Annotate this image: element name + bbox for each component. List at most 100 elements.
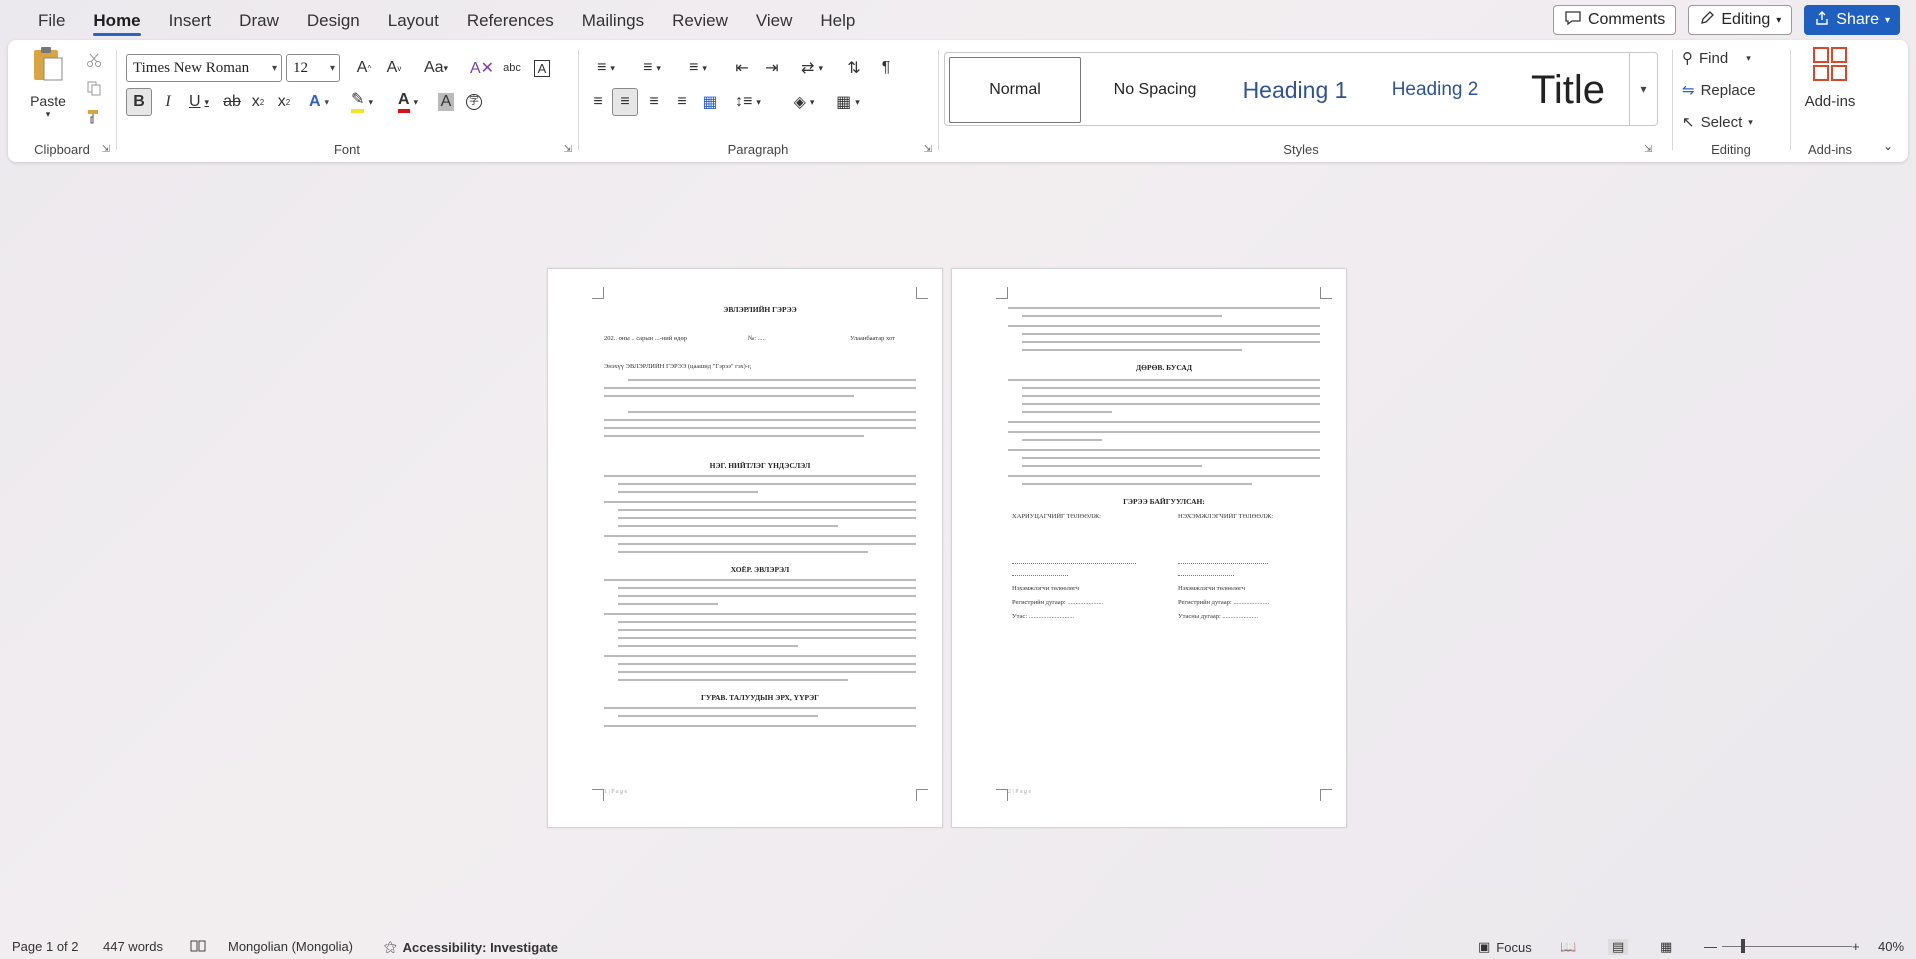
addins-group: Add-ins Add-ins [1790,40,1870,162]
line-spacing-icon[interactable]: ↕≡ ▾ [728,88,768,116]
style-title[interactable]: Title [1509,57,1627,123]
page-count[interactable]: Page 1 of 2 [12,939,79,954]
share-button[interactable]: Share ▾ [1804,5,1900,35]
zoom-in-button[interactable]: + [1852,939,1860,954]
numbering-icon[interactable]: ≡ ▾ [632,54,672,82]
print-layout-icon[interactable]: ▤ [1608,939,1629,955]
dialog-launcher-icon[interactable]: ⇲ [102,144,110,155]
align-left-icon[interactable]: ≡ [586,88,610,116]
distributed-icon[interactable]: ▦ [698,88,722,116]
tab-review[interactable]: Review [658,0,742,40]
read-mode-icon[interactable]: 📖 [1560,939,1576,955]
copy-icon[interactable] [82,74,106,102]
select-button[interactable]: ↖ Select ▾ [1682,108,1782,136]
tab-draw[interactable]: Draw [225,0,293,40]
text-effects-icon[interactable]: A ▾ [302,88,336,116]
bullets-icon[interactable]: ≡ ▾ [586,54,626,82]
crop-mark [1320,789,1332,801]
page-footer: 2 | P a g e [1008,789,1032,795]
share-label: Share [1836,11,1879,28]
style-heading-2[interactable]: Heading 2 [1369,57,1501,123]
tab-design[interactable]: Design [293,0,374,40]
crop-mark [592,789,604,801]
tab-layout[interactable]: Layout [374,0,453,40]
align-center-icon[interactable]: ≡ [612,88,638,116]
bold-button[interactable]: B [126,88,152,116]
paragraph-group: ≡ ▾ ≡ ▾ ≡ ▾ ⇤ ⇥ ⇄ ▾ ⇅ ¶ ≡ ≡ ≡ ≡ ▦ ↕≡ ▾ ◈ ▾ ▦ ▾ … [578,40,938,162]
accessibility-checker[interactable]: ⚝ Accessibility: Investigate [384,939,558,955]
comments-button[interactable]: Comments [1552,5,1677,35]
divider [938,50,939,150]
show-formatting-marks-icon[interactable]: ¶ [874,54,898,82]
proofing-icon[interactable] [190,939,206,953]
web-layout-icon[interactable]: ▦ [1660,939,1672,955]
multilevel-list-icon[interactable]: ≡ ▾ [678,54,718,82]
clear-formatting-icon[interactable]: A✕ [470,54,494,82]
font-name-dropdown[interactable]: Times New Roman ▾ [126,54,282,82]
highlight-color-icon[interactable]: ✎ ▾ [342,88,382,116]
cut-icon[interactable] [82,46,106,74]
underline-button[interactable]: U ▾ [182,88,216,116]
focus-button[interactable]: ▣ Focus [1478,939,1532,955]
chevron-down-icon: ▾ [1746,52,1751,63]
shrink-font-icon[interactable]: Av [382,54,406,82]
dialog-launcher-icon[interactable]: ⇲ [1644,144,1652,155]
tab-mailings[interactable]: Mailings [568,0,658,40]
phonetic-guide-icon[interactable]: abc [500,54,524,82]
format-painter-icon[interactable] [82,102,106,130]
menu-tabs: File Home Insert Draw Design Layout Refe… [0,0,869,40]
document-page-2[interactable]: ДӨРӨВ. БУСАД ГЭРЭЭ БАЙГУУЛСАН: ХАРИУЦАГЧ… [951,268,1347,828]
editing-mode-label: Editing [1721,11,1771,28]
editing-mode-button[interactable]: Editing ▾ [1688,5,1793,35]
tab-help[interactable]: Help [806,0,869,40]
borders-icon[interactable]: ▦ ▾ [828,88,868,116]
superscript-button[interactable]: x2 [272,88,296,116]
style-normal[interactable]: Normal [949,57,1081,123]
change-case-icon[interactable]: Aa ▾ [416,54,456,82]
font-color-icon[interactable]: A ▾ [388,88,428,116]
zoom-out-button[interactable]: — [1704,939,1717,954]
styles-more-icon[interactable]: ▾ [1629,53,1657,125]
crop-mark [592,287,604,299]
collapse-ribbon-icon[interactable]: ⌄ [1876,132,1900,160]
character-border-icon[interactable]: A [530,54,554,82]
font-size-dropdown[interactable]: 12 ▾ [286,54,340,82]
italic-button[interactable]: I [156,88,180,116]
subscript-button[interactable]: x2 [246,88,270,116]
zoom-slider-thumb[interactable] [1741,939,1745,953]
find-button[interactable]: ⚲ Find ▾ [1682,44,1778,72]
text-line [618,595,916,597]
styles-group-label: Styles [1283,142,1319,157]
tab-references[interactable]: References [453,0,568,40]
text-line [1008,475,1320,477]
zoom-level[interactable]: 40% [1878,939,1904,954]
enclose-characters-icon[interactable]: 字 [462,88,486,116]
decrease-indent-icon[interactable]: ⇤ [730,54,754,82]
strikethrough-button[interactable]: ab [220,88,244,116]
tab-view[interactable]: View [742,0,807,40]
tab-file[interactable]: File [24,0,79,40]
sort-icon[interactable]: ⇅ [842,54,866,82]
dialog-launcher-icon[interactable]: ⇲ [564,144,572,155]
language-indicator[interactable]: Mongolian (Mongolia) [228,939,353,954]
dialog-launcher-icon[interactable]: ⇲ [924,144,932,155]
text-line [618,603,718,605]
text-direction-icon[interactable]: ⇄ ▾ [792,54,832,82]
character-shading-icon[interactable]: A [434,88,458,116]
shading-icon[interactable]: ◈ ▾ [784,88,824,116]
tab-insert[interactable]: Insert [155,0,226,40]
increase-indent-icon[interactable]: ⇥ [760,54,784,82]
grow-font-icon[interactable]: A ^ [352,54,376,82]
justify-icon[interactable]: ≡ [670,88,694,116]
align-right-icon[interactable]: ≡ [642,88,666,116]
paste-button[interactable]: Paste ▾ [24,44,72,128]
addins-button[interactable]: Add-ins [1798,46,1862,110]
tab-home[interactable]: Home [79,0,154,40]
replace-button[interactable]: ⇋ Replace [1682,76,1782,104]
party-2-representative: Нэхэмжлэгчи төлөөлөгч [1178,585,1246,592]
style-no-spacing[interactable]: No Spacing [1089,57,1221,123]
document-page-1[interactable]: ЭВЛЭРЛИЙН ГЭРЭЭ 202.. оны .. сарын ...-н… [547,268,943,828]
word-count[interactable]: 447 words [103,939,163,954]
style-heading-1[interactable]: Heading 1 [1229,57,1361,123]
text-line [1022,341,1320,343]
